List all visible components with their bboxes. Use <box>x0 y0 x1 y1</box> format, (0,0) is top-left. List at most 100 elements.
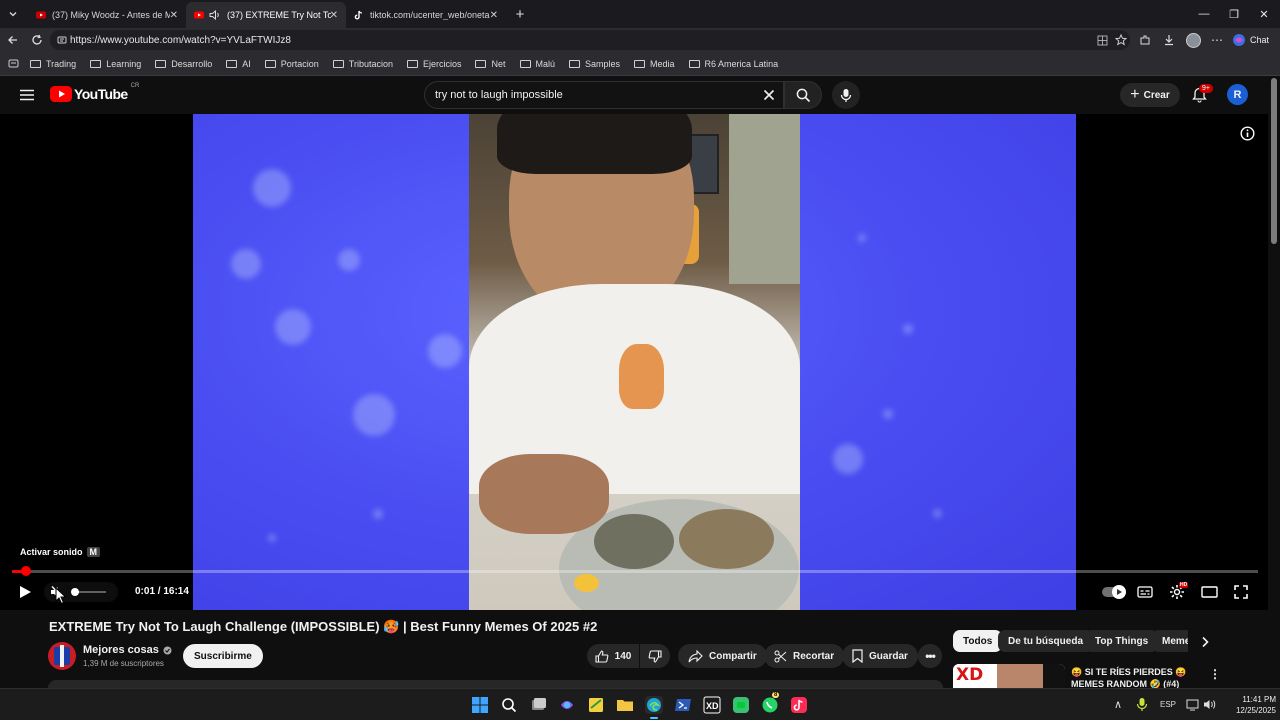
address-bar[interactable]: https://www.youtube.com/watch?v=YVLaFTWI… <box>50 30 1130 50</box>
chip-todos[interactable]: Todos <box>953 630 1003 652</box>
site-info-icon[interactable] <box>57 35 67 45</box>
network-tray-icon[interactable] <box>1186 698 1200 711</box>
taskbar-file-explorer[interactable] <box>616 696 634 714</box>
bookmark-media[interactable]: Media <box>634 59 675 69</box>
bookmark-trading[interactable]: Trading <box>30 59 76 69</box>
downloads-icon[interactable] <box>1160 32 1178 48</box>
favorite-star-icon[interactable] <box>1113 32 1129 48</box>
progress-scrubber[interactable] <box>21 566 31 576</box>
bookmark-r6-america-latina[interactable]: R6 America Latina <box>688 59 778 69</box>
taskbar-xd-app[interactable]: XD <box>703 696 721 714</box>
close-tab-icon[interactable]: ✕ <box>490 10 498 21</box>
bookmark-desarrollo[interactable]: Desarrollo <box>155 59 212 69</box>
browser-tab-2[interactable]: (37) EXTREME Try Not To Laugh ✕ <box>186 2 346 28</box>
copilot-chat-button[interactable]: Chat <box>1232 31 1276 49</box>
reload-button[interactable] <box>28 31 46 49</box>
guide-menu-button[interactable] <box>16 85 38 105</box>
chip-top-things[interactable]: Top Things <box>1085 630 1159 652</box>
taskbar-edge[interactable] <box>645 696 663 719</box>
channel-name[interactable]: Mejores cosas <box>83 644 172 656</box>
task-view-button[interactable] <box>529 696 547 714</box>
bookmark-net[interactable]: Net <box>475 59 506 69</box>
fullscreen-button[interactable] <box>1230 582 1252 602</box>
share-button[interactable]: Compartir <box>678 644 767 668</box>
taskbar-sticky-notes[interactable] <box>587 696 605 714</box>
thumbs-down-icon <box>648 649 662 663</box>
close-window-button[interactable]: ✕ <box>1248 0 1280 28</box>
search-button[interactable] <box>784 81 822 109</box>
browser-tab-1[interactable]: (37) Miky Woodz - Antes de Morir ✕ <box>28 2 186 28</box>
browser-tab-3[interactable]: tiktok.com/ucenter_web/onetap_e ✕ <box>346 2 506 28</box>
microphone-tray-icon[interactable] <box>1136 697 1148 712</box>
dislike-button[interactable] <box>640 644 670 668</box>
close-tab-icon[interactable]: ✕ <box>330 10 338 21</box>
progress-bar[interactable] <box>12 566 1258 576</box>
chip-de-tu-busqueda[interactable]: De tu búsqueda <box>998 630 1094 652</box>
voice-search-button[interactable] <box>832 81 860 109</box>
recommendation-title[interactable]: 😝 SI TE RÍES PIERDES 😝 MEMES RANDOM 🤣 (#… <box>1071 666 1191 688</box>
back-arrow-icon <box>8 36 17 44</box>
channel-avatar[interactable] <box>48 642 76 670</box>
profile-avatar[interactable] <box>1184 31 1202 49</box>
page-scrollbar[interactable] <box>1268 76 1280 688</box>
search-icon <box>502 698 517 713</box>
back-button[interactable] <box>4 31 22 49</box>
chip-meme[interactable]: Meme <box>1152 630 1188 652</box>
minimize-button[interactable]: — <box>1188 0 1220 28</box>
restore-button[interactable]: ❐ <box>1218 0 1250 28</box>
create-button[interactable]: + Crear <box>1120 83 1180 107</box>
notifications-button[interactable]: 9+ <box>1188 84 1213 105</box>
clock[interactable]: 11:41 PM 12/25/2025 <box>1222 694 1276 716</box>
extensions-icon[interactable] <box>1136 32 1154 48</box>
taskbar-powershell[interactable] <box>674 696 692 714</box>
start-button[interactable] <box>471 696 489 714</box>
app-available-icon[interactable] <box>1094 32 1110 48</box>
collections-icon[interactable] <box>8 58 19 69</box>
settings-button[interactable]: HD <box>1166 582 1189 602</box>
theater-mode-button[interactable] <box>1198 582 1220 602</box>
clear-search-icon[interactable] <box>763 89 775 101</box>
like-button[interactable]: 140 <box>587 644 639 668</box>
video-player[interactable]: Activar sonido M 0:01 / 16:14 HD <box>0 114 1268 610</box>
taskbar-search-button[interactable] <box>500 696 518 714</box>
speaker-icon[interactable] <box>209 10 223 20</box>
more-actions-button[interactable]: ••• <box>918 644 942 668</box>
new-tab-button[interactable]: + <box>510 4 530 24</box>
youtube-logo[interactable]: YouTube CR <box>50 83 139 102</box>
language-indicator[interactable]: ESP <box>1160 700 1176 709</box>
bookmark-malu[interactable]: Malú <box>519 59 555 69</box>
address-row: https://www.youtube.com/watch?v=YVLaFTWI… <box>0 28 1280 52</box>
video-info-button[interactable] <box>1236 122 1258 144</box>
folder-icon <box>264 59 276 68</box>
tab-actions-button[interactable] <box>4 4 22 24</box>
bookmark-learning[interactable]: Learning <box>90 59 141 69</box>
taskbar-tiktok[interactable] <box>790 696 808 714</box>
taskbar-copilot[interactable] <box>558 696 576 714</box>
recommendation-thumbnail[interactable]: XD <box>953 664 1065 688</box>
bookmark-portacion[interactable]: Portacion <box>264 59 319 69</box>
subscribe-button[interactable]: Suscribirme <box>183 644 263 668</box>
subtitles-button[interactable] <box>1134 582 1156 602</box>
clip-button[interactable]: Recortar <box>764 644 845 668</box>
recommendation-menu-icon[interactable]: ⋮ <box>1208 666 1222 682</box>
save-button[interactable]: Guardar <box>842 644 918 668</box>
taskbar-whatsapp[interactable]: 8 <box>761 692 780 714</box>
bookmark-ejercicios[interactable]: Ejercicios <box>406 59 461 69</box>
bookmark-tributacion[interactable]: Tributacion <box>332 59 393 69</box>
volume-slider-handle[interactable] <box>71 588 79 596</box>
scrollbar-thumb[interactable] <box>1271 78 1277 244</box>
description-box[interactable] <box>48 680 943 688</box>
play-button[interactable] <box>14 582 36 602</box>
more-menu-icon[interactable]: ⋯ <box>1208 32 1226 48</box>
bookmark-ai[interactable]: AI <box>226 59 251 69</box>
search-input[interactable]: try not to laugh impossible <box>424 81 784 109</box>
account-avatar[interactable]: R <box>1227 84 1248 105</box>
close-tab-icon[interactable]: ✕ <box>170 10 178 21</box>
bookmark-samples[interactable]: Samples <box>569 59 620 69</box>
chips-next-button[interactable] <box>1194 631 1216 653</box>
show-hidden-icons-button[interactable]: ∧ <box>1114 698 1122 711</box>
folder-icon <box>406 59 418 68</box>
volume-tray-icon[interactable] <box>1203 698 1217 711</box>
taskbar-green-app[interactable] <box>732 696 750 714</box>
autoplay-toggle[interactable] <box>1100 582 1126 602</box>
